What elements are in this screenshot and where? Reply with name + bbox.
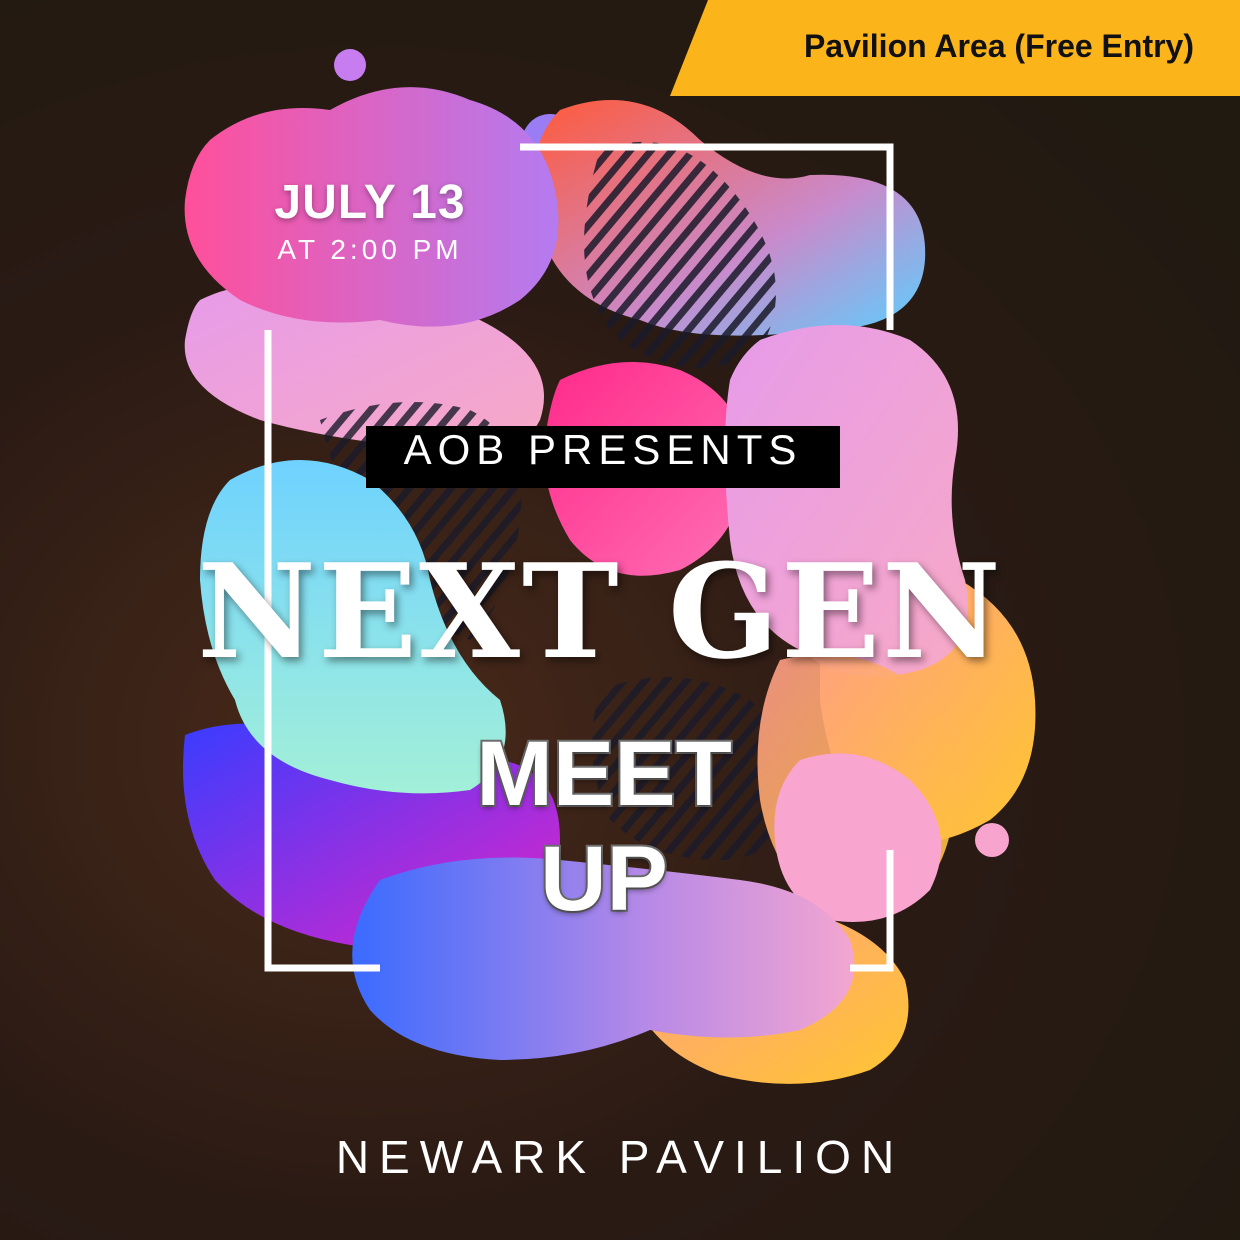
event-date: JULY 13 bbox=[274, 176, 466, 229]
free-entry-badge: Pavilion Area (Free Entry) bbox=[670, 0, 1240, 96]
presenter-label: AOB PRESENTS bbox=[366, 426, 840, 488]
event-venue: NEWARK PAVILION bbox=[335, 1131, 905, 1183]
event-title: NEXT GEN bbox=[197, 535, 1003, 688]
event-subtitle: MEET UP bbox=[474, 721, 734, 932]
badge-text: Pavilion Area (Free Entry) bbox=[803, 28, 1194, 64]
event-time: AT 2:00 PM bbox=[277, 234, 463, 265]
